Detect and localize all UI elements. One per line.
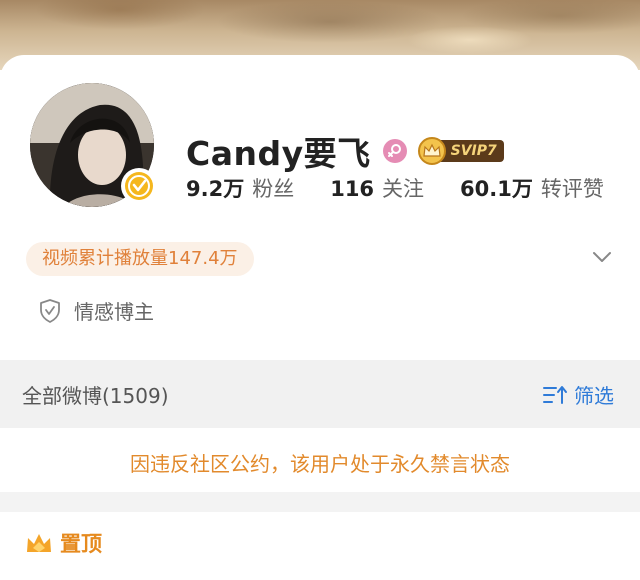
female-icon [382, 139, 407, 163]
followers-count[interactable]: 9.2万 [186, 173, 244, 203]
feed-filter-bar: 全部微博(1509) 筛选 [0, 360, 640, 428]
svip-badge[interactable]: SVIP7 [417, 137, 504, 165]
verified-badge-icon [121, 168, 157, 204]
following-label[interactable]: 关注 [382, 173, 424, 203]
feed-count-title: 全部微博(1509) [22, 384, 169, 408]
interactions-label[interactable]: 转评赞 [541, 173, 604, 203]
profile-card: Candy要飞 SVIP7 9.2万 粉丝 116 关注 60.1万 转评赞 视… [0, 55, 640, 406]
crown-icon [417, 137, 446, 165]
section-divider [0, 492, 640, 512]
following-count[interactable]: 116 [330, 177, 374, 201]
profile-name: Candy要飞 [186, 134, 371, 173]
filter-label: 筛选 [574, 384, 614, 408]
ban-notice: 因违反社区公约，该用户处于永久禁言状态 [0, 428, 640, 492]
filter-button[interactable]: 筛选 [542, 380, 614, 409]
followers-label[interactable]: 粉丝 [252, 173, 294, 203]
pinned-label: 置顶 [60, 532, 102, 556]
pinned-header: 置顶 [24, 528, 102, 558]
sort-filter-icon [543, 385, 567, 404]
ban-notice-text: 因违反社区公约，该用户处于永久禁言状态 [130, 452, 510, 476]
chevron-down-icon[interactable] [592, 250, 612, 264]
shield-icon [40, 298, 60, 323]
name-row: Candy要飞 SVIP7 [186, 127, 504, 175]
crown-icon [27, 534, 51, 552]
profile-tagline: 情感博主 [38, 296, 154, 325]
interactions-count[interactable]: 60.1万 [460, 173, 533, 203]
tagline-text: 情感博主 [74, 300, 154, 324]
video-plays-badge: 视频累计播放量147.4万 [26, 242, 254, 276]
profile-stats: 9.2万 粉丝 116 关注 60.1万 转评赞 [186, 173, 604, 203]
